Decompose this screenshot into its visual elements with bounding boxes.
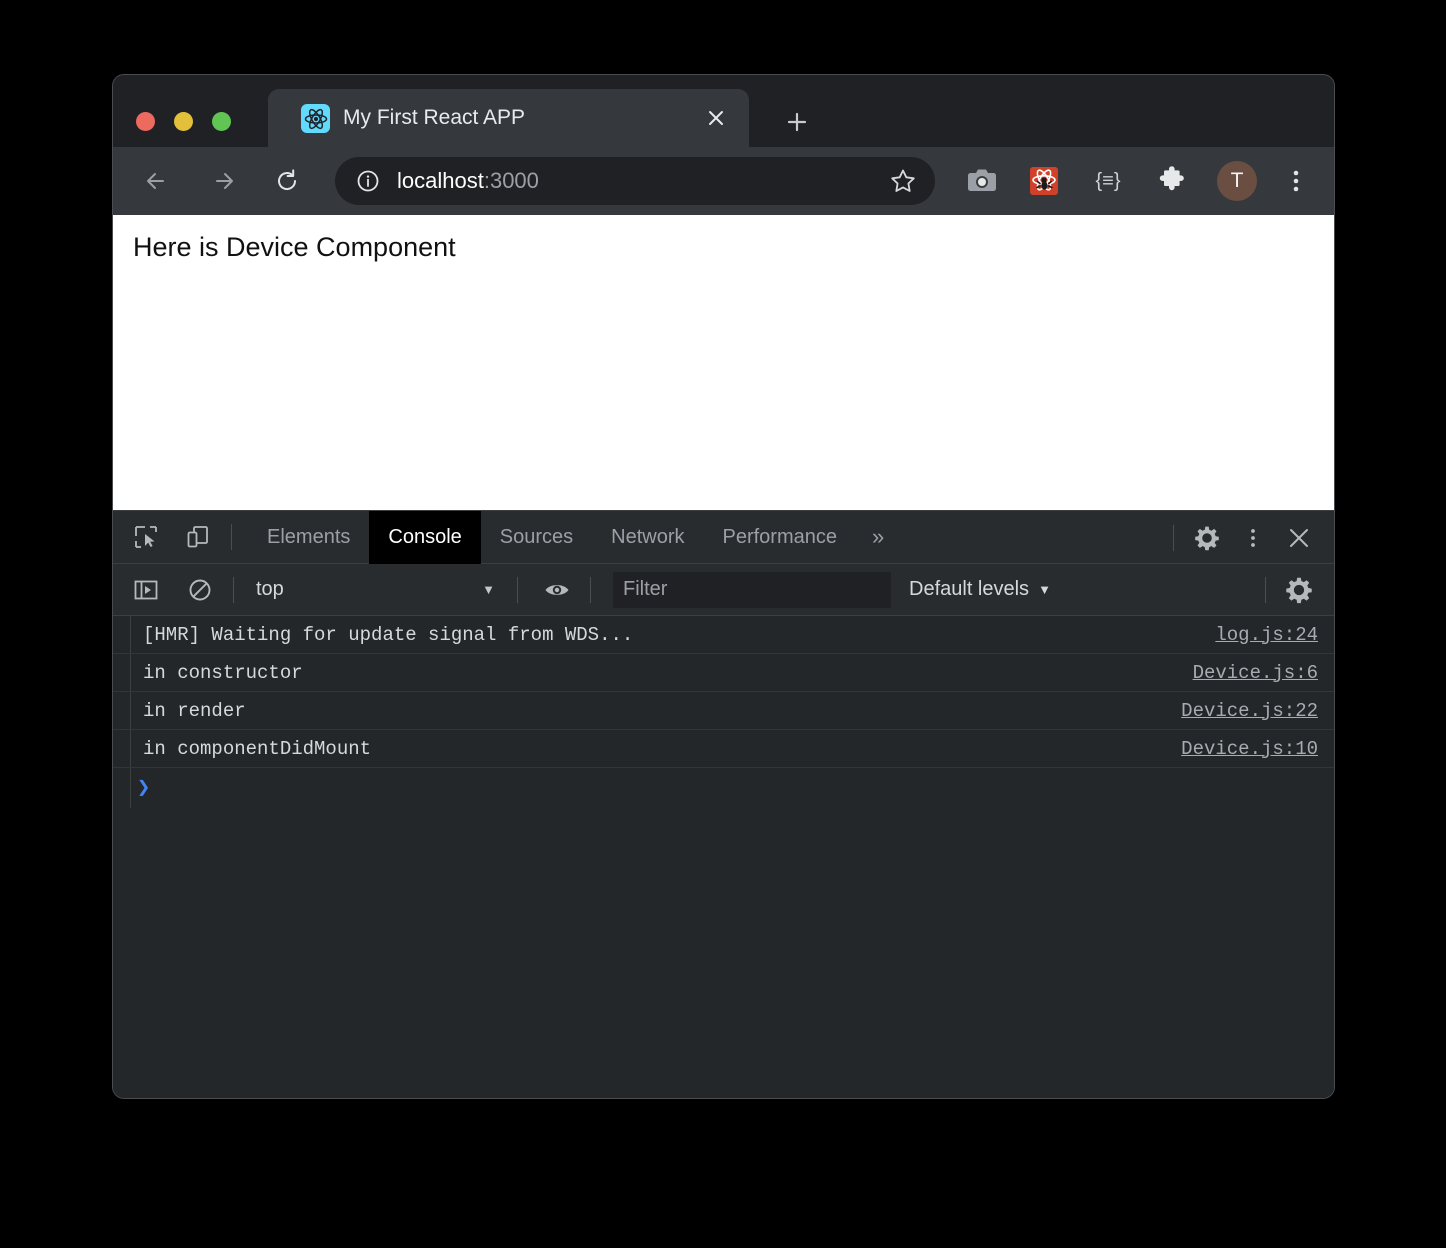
close-x-icon[interactable] xyxy=(1282,521,1316,555)
address-bar-url: localhost:3000 xyxy=(397,168,539,194)
console-message-text: in componentDidMount xyxy=(143,737,372,760)
browser-window: My First React APP localhost:3000 {≡} T … xyxy=(113,75,1334,1098)
gear-icon[interactable] xyxy=(1190,521,1224,555)
reload-icon[interactable] xyxy=(265,159,309,203)
console-message-row[interactable]: [HMR] Waiting for update signal from WDS… xyxy=(113,616,1334,654)
three-dot-vertical-icon[interactable] xyxy=(1236,521,1270,555)
page-viewport: Here is Device Component xyxy=(113,215,1334,510)
gear-icon[interactable] xyxy=(1282,573,1316,607)
tab-console[interactable]: Console xyxy=(369,510,481,564)
console-filter-input[interactable] xyxy=(613,571,891,608)
toolbar-divider xyxy=(233,576,234,603)
console-toolbar-actions xyxy=(1249,564,1334,616)
console-messages-list: [HMR] Waiting for update signal from WDS… xyxy=(113,616,1334,1098)
tab-elements[interactable]: Elements xyxy=(248,511,369,564)
tab-close-icon[interactable] xyxy=(701,103,731,133)
address-bar[interactable]: localhost:3000 xyxy=(335,157,935,205)
page-title: Here is Device Component xyxy=(133,232,456,262)
console-message-row[interactable]: in constructor Device.js:6 xyxy=(113,654,1334,692)
toolbar-divider xyxy=(1173,524,1174,551)
live-expression-eye-icon[interactable] xyxy=(540,573,574,607)
toolbar-divider xyxy=(231,524,232,550)
console-message-text: in render xyxy=(143,699,246,722)
tab-strip: My First React APP xyxy=(113,75,1334,147)
console-context-value: top xyxy=(256,578,284,600)
toolbar-divider xyxy=(1265,577,1266,603)
console-sidebar-toggle-icon[interactable] xyxy=(129,573,163,607)
new-tab-button[interactable] xyxy=(781,106,813,138)
browser-tab-active[interactable]: My First React APP xyxy=(268,89,749,147)
react-devtools-extension-icon[interactable] xyxy=(1025,162,1063,200)
console-prompt-input[interactable] xyxy=(160,777,1334,799)
tab-performance[interactable]: Performance xyxy=(704,511,857,564)
avatar[interactable]: T xyxy=(1217,161,1257,201)
toolbar-divider xyxy=(517,576,518,603)
three-dot-menu-icon[interactable] xyxy=(1277,162,1315,200)
inspect-element-icon[interactable] xyxy=(129,520,163,554)
url-port: :3000 xyxy=(483,168,539,193)
back-arrow-icon[interactable] xyxy=(135,159,179,203)
devtools-tabbar: Elements Console Sources Network Perform… xyxy=(113,510,1334,564)
toolbar-divider xyxy=(590,576,591,603)
console-message-row[interactable]: in componentDidMount Device.js:10 xyxy=(113,730,1334,768)
chevron-down-icon: ▼ xyxy=(1038,582,1051,597)
json-viewer-extension-icon[interactable]: {≡} xyxy=(1089,162,1127,200)
console-message-source-link[interactable]: Device.js:10 xyxy=(1181,738,1318,760)
avatar-initial: T xyxy=(1230,169,1244,192)
device-toolbar-icon[interactable] xyxy=(181,520,215,554)
console-message-source-link[interactable]: log.js:24 xyxy=(1215,624,1318,646)
browser-tab-title: My First React APP xyxy=(343,106,526,129)
url-host: localhost xyxy=(397,168,484,193)
console-message-text: [HMR] Waiting for update signal from WDS… xyxy=(143,623,634,646)
console-message-row[interactable]: in render Device.js:22 xyxy=(113,692,1334,730)
console-log-levels-value: Default levels xyxy=(909,578,1030,600)
window-minimize-button[interactable] xyxy=(174,112,193,131)
camera-extension-icon[interactable] xyxy=(963,162,1001,200)
window-maximize-button[interactable] xyxy=(212,112,231,131)
browser-toolbar: localhost:3000 {≡} T xyxy=(113,147,1334,215)
window-close-button[interactable] xyxy=(136,112,155,131)
info-circle-icon[interactable] xyxy=(355,168,381,194)
devtools-tabbar-actions xyxy=(1157,511,1334,564)
more-tabs-icon[interactable]: » xyxy=(856,511,900,564)
star-icon[interactable] xyxy=(885,163,921,199)
tab-network[interactable]: Network xyxy=(592,511,703,564)
console-message-text: in constructor xyxy=(143,661,303,684)
console-message-source-link[interactable]: Device.js:22 xyxy=(1181,700,1318,722)
clear-console-icon[interactable] xyxy=(183,573,217,607)
chevron-down-icon: ▼ xyxy=(482,582,495,597)
console-message-source-link[interactable]: Device.js:6 xyxy=(1193,662,1318,684)
json-viewer-glyph: {≡} xyxy=(1095,169,1121,192)
tab-sources[interactable]: Sources xyxy=(481,511,592,564)
console-log-levels-selector[interactable]: Default levels ▼ xyxy=(909,572,1051,608)
console-context-selector[interactable]: top ▼ xyxy=(256,572,501,608)
react-logo-icon xyxy=(301,104,330,133)
devtools-panel: Elements Console Sources Network Perform… xyxy=(113,510,1334,1098)
console-prompt[interactable]: ❯ xyxy=(113,768,1334,808)
console-toolbar: top ▼ Default levels ▼ xyxy=(113,564,1334,616)
window-traffic-lights xyxy=(136,112,231,131)
forward-arrow-icon[interactable] xyxy=(201,159,245,203)
prompt-chevron-icon: ❯ xyxy=(137,776,151,801)
extensions-puzzle-icon[interactable] xyxy=(1153,162,1191,200)
